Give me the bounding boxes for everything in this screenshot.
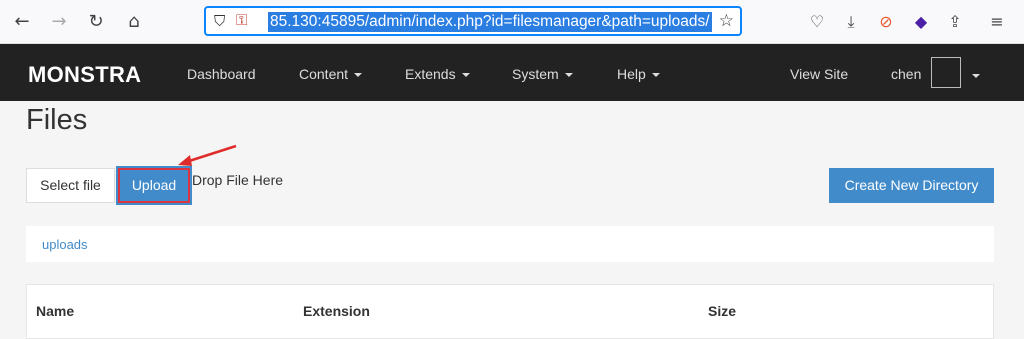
back-icon[interactable]: ← — [10, 10, 34, 34]
breadcrumb-uploads-link[interactable]: uploads — [42, 237, 88, 252]
reload-icon[interactable]: ↻ — [84, 10, 108, 34]
caret-down-icon — [564, 73, 573, 78]
nav-extends[interactable]: Extends — [405, 66, 470, 82]
nav-dashboard[interactable]: Dashboard — [187, 66, 256, 82]
caret-down-icon — [354, 73, 363, 78]
nav-system-label: System — [512, 66, 559, 82]
nav-content[interactable]: Content — [299, 66, 363, 82]
create-directory-button[interactable]: Create New Directory — [829, 168, 994, 203]
nav-help-label: Help — [617, 66, 646, 82]
forward-icon[interactable]: → — [47, 10, 71, 34]
home-icon[interactable]: ⌂ — [122, 10, 146, 34]
nav-help[interactable]: Help — [617, 66, 660, 82]
caret-down-icon — [461, 73, 470, 78]
menu-icon[interactable]: ≡ — [986, 11, 1008, 33]
nav-content-label: Content — [299, 66, 349, 82]
nav-dashboard-label: Dashboard — [187, 66, 256, 82]
star-icon[interactable]: ☆ — [719, 11, 734, 31]
extension-icon[interactable]: ◆ — [910, 11, 932, 33]
upload-button[interactable]: Upload — [118, 168, 190, 203]
user-name[interactable]: chen — [891, 66, 921, 82]
column-header-size[interactable]: Size — [708, 303, 736, 319]
breadcrumb: uploads — [26, 226, 994, 262]
shield-icon[interactable]: ⛉ — [214, 12, 225, 30]
share-icon[interactable]: ⇪ — [944, 11, 966, 33]
caret-down-icon — [651, 73, 660, 78]
pocket-icon[interactable]: ♡ — [806, 11, 828, 33]
annotation-arrow-icon — [178, 144, 237, 166]
page-title: Files — [26, 104, 88, 136]
download-icon[interactable]: ⤓ — [840, 11, 862, 33]
insecure-lock-icon[interactable]: ⚿ — [236, 11, 247, 29]
avatar[interactable] — [931, 57, 961, 88]
select-file-button[interactable]: Select file — [26, 168, 115, 203]
browser-toolbar: ← → ↻ ⌂ ⛉ ⚿ 85.130:45895/admin/index.php… — [0, 0, 1024, 44]
files-table: Name Extension Size — [26, 284, 994, 339]
blocker-icon[interactable]: ⊘ — [875, 11, 897, 33]
address-bar[interactable]: ⛉ ⚿ 85.130:45895/admin/index.php?id=file… — [204, 6, 742, 36]
view-site-link[interactable]: View Site — [790, 66, 848, 82]
drop-zone-label[interactable]: Drop File Here — [192, 172, 283, 188]
column-header-name[interactable]: Name — [36, 303, 74, 319]
user-caret-icon[interactable] — [972, 74, 980, 78]
nav-extends-label: Extends — [405, 66, 456, 82]
column-header-extension[interactable]: Extension — [303, 303, 370, 319]
url-text[interactable]: 85.130:45895/admin/index.php?id=filesman… — [268, 12, 712, 32]
admin-navbar: MONSTRA Dashboard Content Extends System… — [0, 44, 1024, 101]
nav-system[interactable]: System — [512, 66, 573, 82]
brand-logo[interactable]: MONSTRA — [28, 62, 141, 88]
